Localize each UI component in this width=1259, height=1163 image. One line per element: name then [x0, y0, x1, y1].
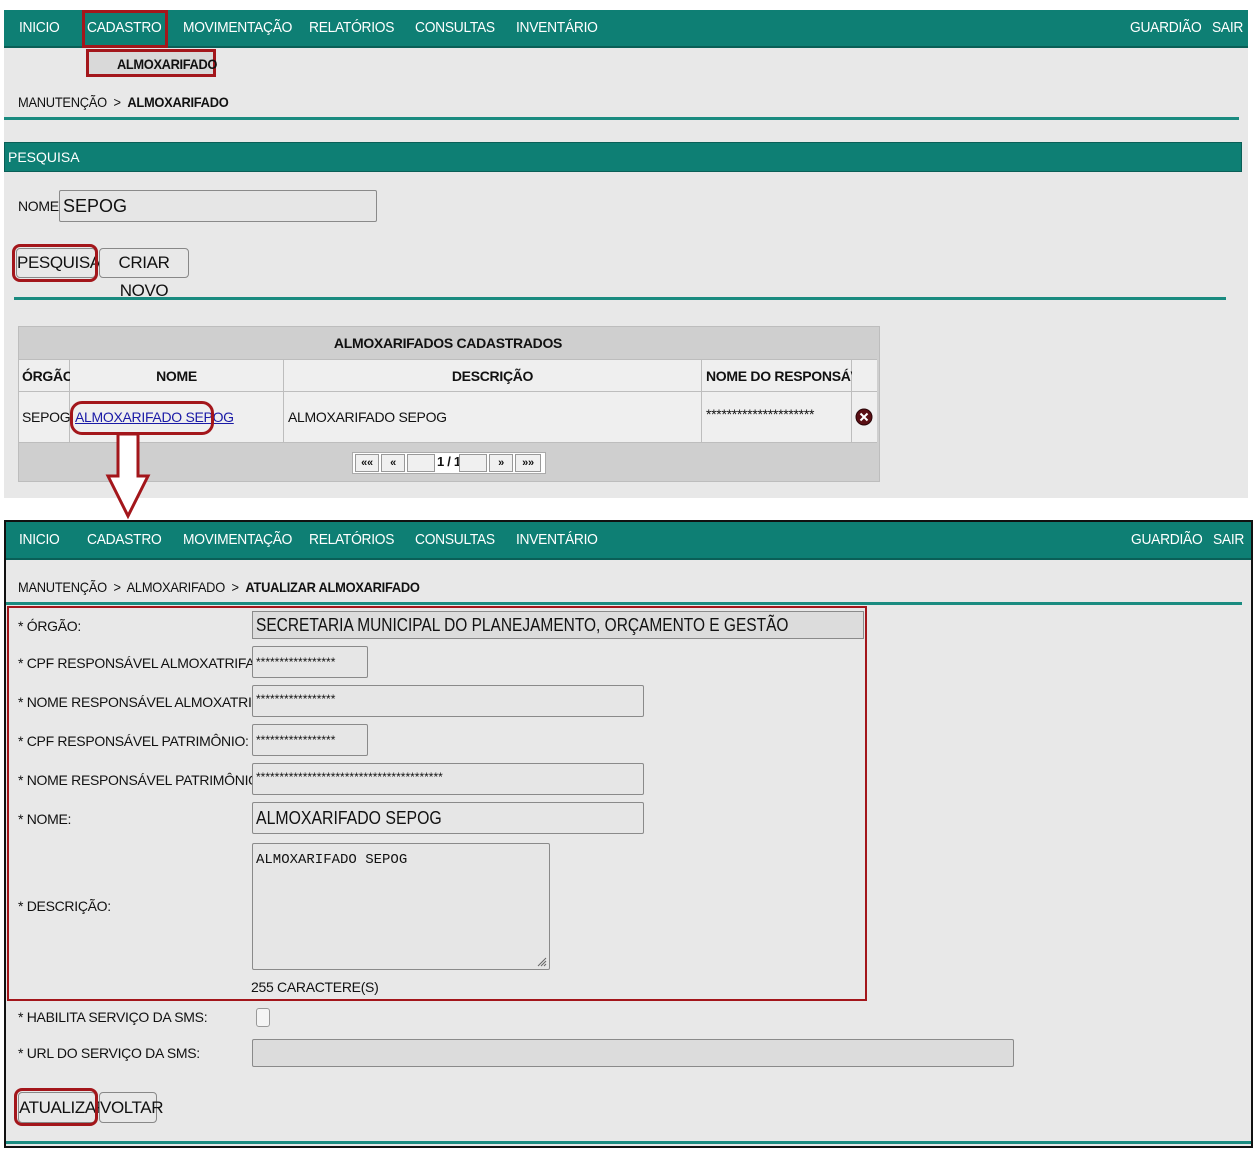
pagination-box: «« « 1 / 1 » »»: [352, 452, 546, 474]
nav-movimentacao[interactable]: MOVIMENTAÇÃO: [183, 522, 292, 558]
cell-orgao: SEPOG: [19, 391, 71, 442]
voltar-button[interactable]: VOLTAR: [99, 1092, 163, 1123]
breadcrumb-separator: >: [113, 94, 121, 110]
header-responsavel: NOME DO RESPONSÁVEL: [702, 359, 877, 391]
submenu-almoxarifado[interactable]: ALMOXARIFADO: [117, 56, 217, 72]
search-section-header: PESQUISA: [4, 142, 1242, 172]
name-search-input[interactable]: SEPOG: [59, 190, 377, 222]
criar-novo-button[interactable]: CRIAR NOVO: [99, 248, 189, 300]
breadcrumb-current: ATUALIZAR ALMOXARIFADO: [245, 579, 420, 595]
link-highlight: [70, 401, 214, 435]
pesquisar-highlight: [12, 244, 98, 282]
top-nav-bar: INICIO CADASTRO MOVIMENTAÇÃO RELATÓRIOS …: [4, 10, 1248, 48]
table-title: ALMOXARIFADOS CADASTRADOS: [19, 327, 877, 359]
header-nome: NOME: [70, 359, 284, 391]
atualizar-highlight: [14, 1088, 98, 1126]
breadcrumb-current: ALMOXARIFADO: [127, 94, 229, 110]
header-actions: [852, 359, 877, 391]
header-divider: [6, 602, 1242, 605]
nav-cadastro[interactable]: CADASTRO: [87, 522, 162, 558]
breadcrumb: MANUTENÇÃO > ALMOXARIFADO: [18, 94, 229, 110]
next-page-button[interactable]: »: [489, 454, 513, 472]
bottom-nav-bar: INICIO CADASTRO MOVIMENTAÇÃO RELATÓRIOS …: [6, 522, 1251, 560]
breadcrumb-separator: >: [231, 579, 240, 595]
nav-relatorios[interactable]: RELATÓRIOS: [309, 522, 394, 558]
nav-guardiao[interactable]: GUARDIÃO: [1130, 10, 1202, 46]
header-divider: [4, 117, 1239, 120]
footer-divider: [6, 1141, 1251, 1144]
cell-descricao: ALMOXARIFADO SEPOG: [284, 391, 702, 442]
last-page-button[interactable]: »»: [515, 454, 541, 472]
breadcrumb: MANUTENÇÃO > ALMOXARIFADO > ATUALIZAR AL…: [18, 579, 420, 595]
nav-sair[interactable]: SAIR: [1212, 10, 1243, 46]
header-descricao: DESCRIÇÃO: [284, 359, 702, 391]
cell-responsavel: *********************: [702, 391, 852, 442]
nav-inicio[interactable]: INICIO: [19, 522, 60, 558]
nav-guardiao[interactable]: GUARDIÃO: [1131, 522, 1203, 558]
submenu-dropdown: ALMOXARIFADO: [86, 49, 217, 77]
url-input[interactable]: [252, 1039, 1014, 1067]
breadcrumb-manutencao[interactable]: MANUTENÇÃO: [18, 94, 107, 110]
search-section-title: PESQUISA: [8, 149, 80, 165]
search-divider: [14, 297, 1226, 300]
page-input-left[interactable]: [407, 454, 435, 472]
down-arrow-icon: [105, 432, 151, 520]
breadcrumb-separator: >: [113, 579, 121, 595]
cadastro-highlight: [82, 10, 168, 48]
breadcrumb-manutencao[interactable]: MANUTENÇÃO: [18, 579, 107, 595]
delete-icon[interactable]: [855, 407, 873, 427]
sms-label: * HABILITA SERVIÇO DA SMS:: [18, 1009, 208, 1025]
nav-movimentacao[interactable]: MOVIMENTAÇÃO: [183, 10, 292, 46]
first-page-button[interactable]: ««: [355, 454, 379, 472]
page-input-right[interactable]: [459, 454, 487, 472]
nav-consultas[interactable]: CONSULTAS: [415, 10, 495, 46]
page-indicator: 1 / 1: [437, 454, 461, 469]
nav-inicio[interactable]: INICIO: [19, 10, 60, 46]
name-search-value: SEPOG: [63, 195, 128, 216]
form-highlight: [7, 606, 867, 1001]
prev-page-button[interactable]: «: [381, 454, 405, 472]
nav-inventario[interactable]: INVENTÁRIO: [516, 10, 598, 46]
header-orgao: ÓRGÃO: [19, 359, 74, 391]
update-screen: INICIO CADASTRO MOVIMENTAÇÃO RELATÓRIOS …: [4, 520, 1253, 1148]
nav-inventario[interactable]: INVENTÁRIO: [516, 522, 598, 558]
url-label: * URL DO SERVIÇO DA SMS:: [18, 1045, 200, 1061]
search-screen: INICIO CADASTRO MOVIMENTAÇÃO RELATÓRIOS …: [4, 10, 1248, 498]
name-label: NOME:: [18, 198, 63, 214]
cell-actions: [852, 391, 877, 442]
breadcrumb-almoxarifado[interactable]: ALMOXARIFADO: [127, 579, 226, 595]
sms-checkbox[interactable]: [256, 1008, 270, 1027]
nav-relatorios[interactable]: RELATÓRIOS: [309, 10, 394, 46]
nav-sair[interactable]: SAIR: [1213, 522, 1244, 558]
nav-consultas[interactable]: CONSULTAS: [415, 522, 495, 558]
